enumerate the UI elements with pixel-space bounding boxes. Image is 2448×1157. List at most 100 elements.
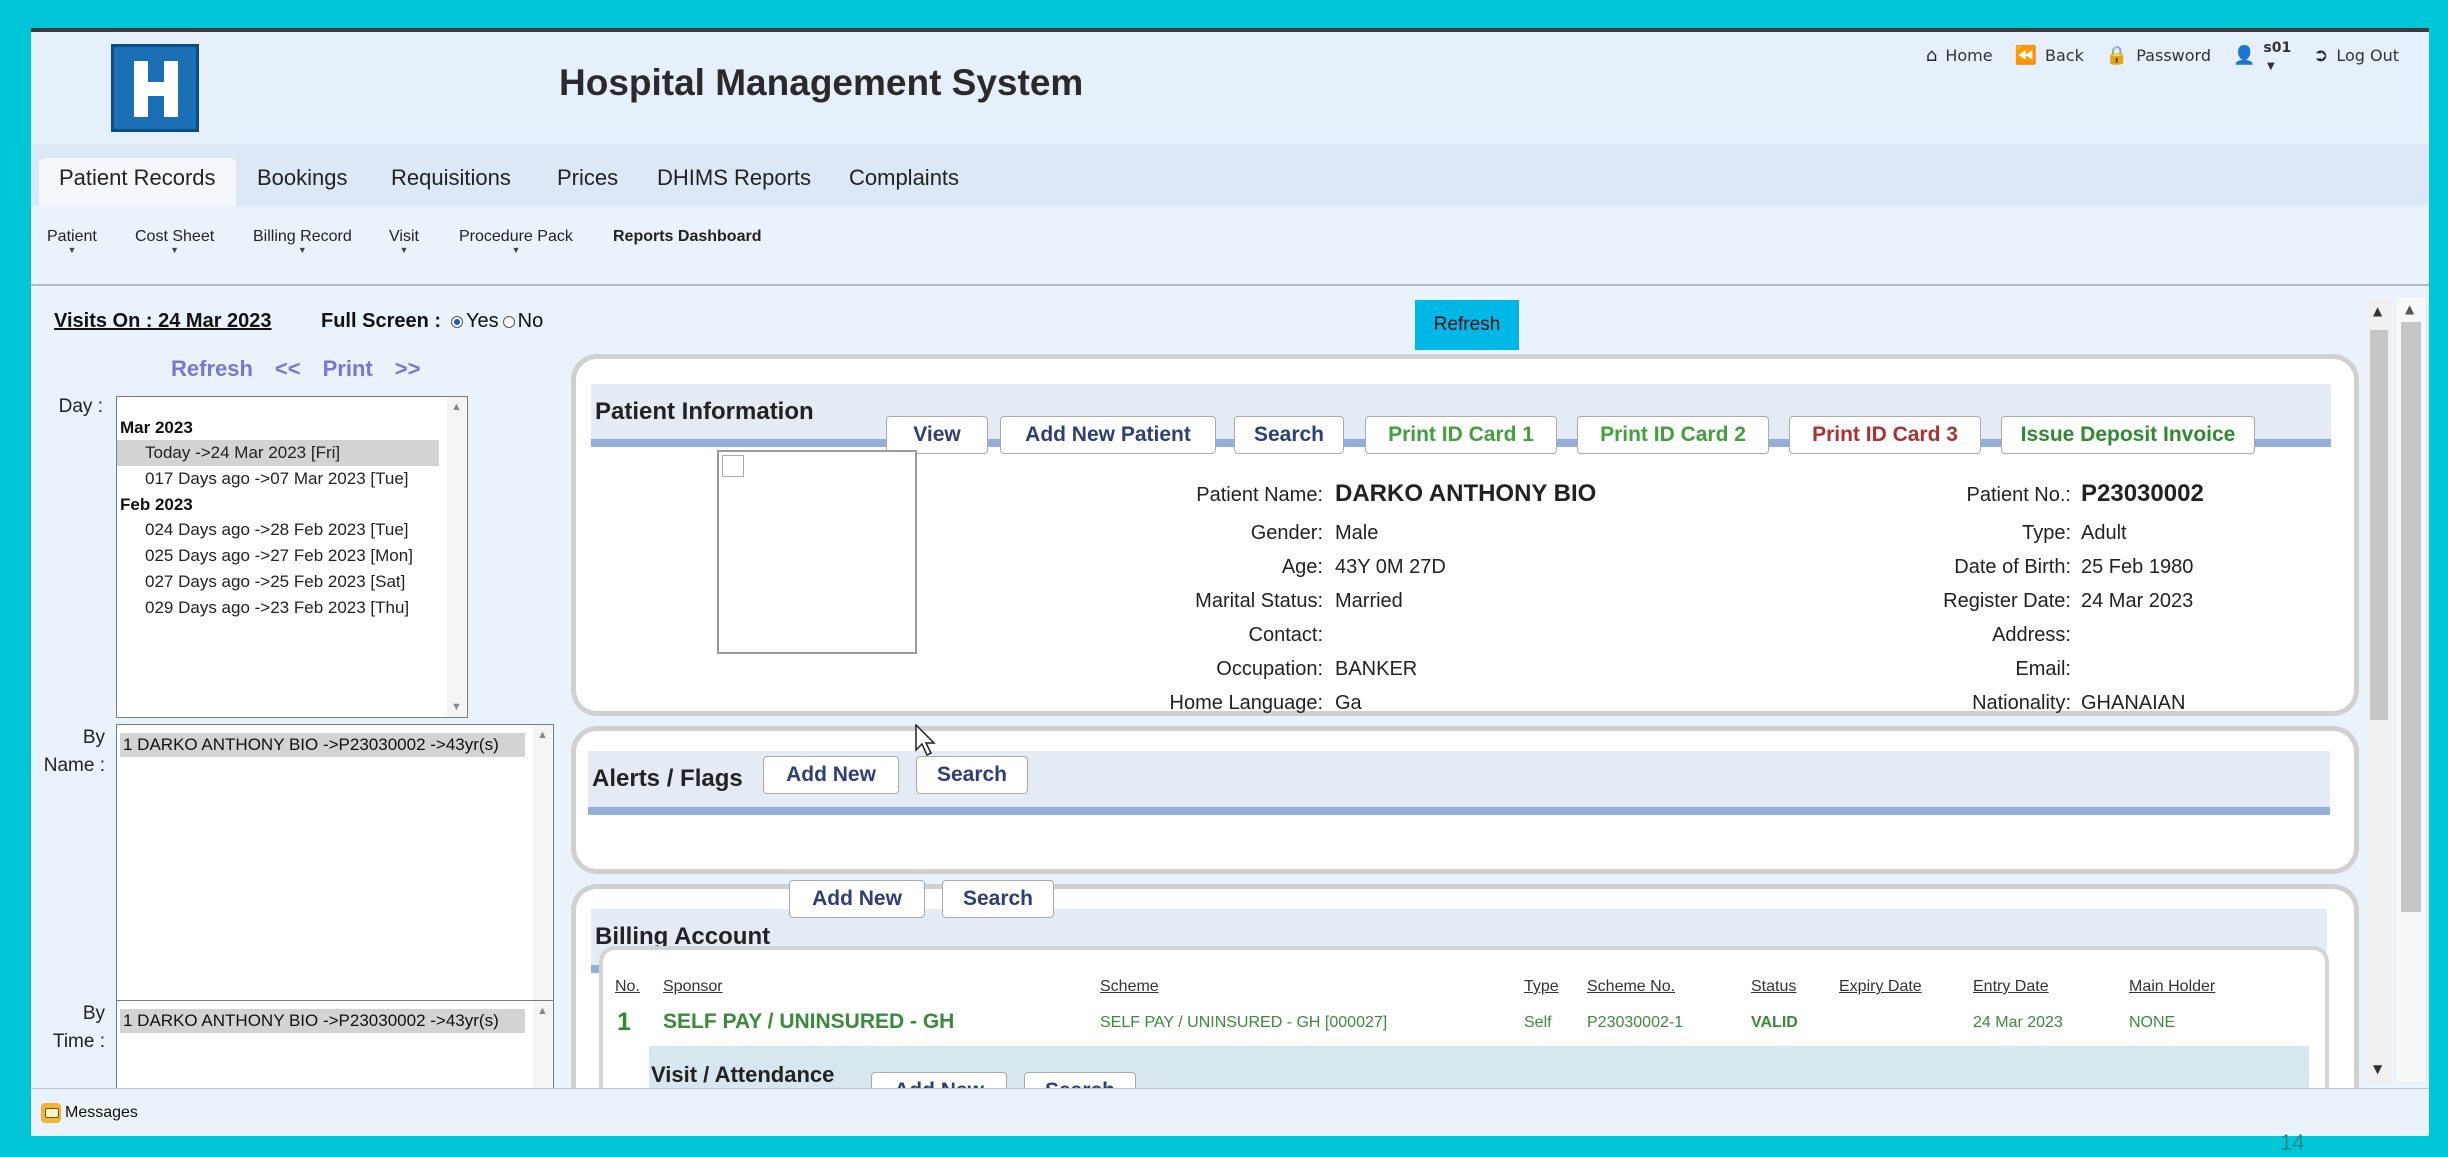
- date-of-birth-value: 25 Feb 1980: [2081, 556, 2194, 578]
- prev-link[interactable]: <<: [275, 356, 301, 381]
- scroll-down-icon: ▼: [451, 701, 462, 713]
- top-links: ⌂ Home ⏪ Back 🔒 Password 👤 s01 ▼ ➲ Log O…: [1912, 40, 2399, 72]
- print-id-card-2-button[interactable]: Print ID Card 2: [1577, 416, 1769, 454]
- print-id-card-3-button[interactable]: Print ID Card 3: [1789, 416, 1981, 454]
- print-id-card-1-button[interactable]: Print ID Card 1: [1365, 416, 1557, 454]
- full-screen-yes-radio[interactable]: [451, 316, 464, 328]
- field-label: Marital Status:: [1195, 590, 1323, 612]
- submenu-visit[interactable]: Visit ▼: [389, 228, 419, 255]
- gender-value: Male: [1335, 522, 1379, 544]
- page-number: 14: [2280, 1130, 2305, 1155]
- refresh-link[interactable]: Refresh: [171, 356, 253, 381]
- row-number: 1: [617, 1008, 631, 1036]
- scroll-up-icon: ▲: [2373, 304, 2383, 318]
- scrollbar-thumb[interactable]: [2370, 330, 2388, 720]
- menu-complaints[interactable]: Complaints: [829, 158, 979, 206]
- add-new-patient-button[interactable]: Add New Patient: [1000, 416, 1216, 454]
- search-billing-button[interactable]: Search: [942, 880, 1054, 918]
- day-option[interactable]: Today ->24 Mar 2023 [Fri]: [117, 440, 439, 466]
- full-screen-no-radio[interactable]: [502, 316, 515, 328]
- scroll-up-icon: ▲: [537, 729, 548, 741]
- submenu-patient[interactable]: Patient ▼: [47, 228, 97, 255]
- view-button[interactable]: View: [886, 416, 988, 454]
- patient-no-value: P23030002: [2081, 480, 2204, 507]
- marital-status-value: Married: [1335, 590, 1403, 612]
- scroll-down-icon: ▼: [2373, 1062, 2383, 1076]
- by-name-scrollbar[interactable]: ▲▼: [533, 725, 553, 1017]
- page-scrollbar[interactable]: ▲: [2397, 298, 2425, 1082]
- patient-option[interactable]: 1 DARKO ANTHONY BIO ->P23030002 ->43yr(s…: [120, 1009, 525, 1033]
- submenu-reports-dashboard[interactable]: Reports Dashboard: [613, 228, 761, 246]
- by-time-scrollbar[interactable]: ▲: [533, 1001, 553, 1089]
- field-label: Age:: [1281, 556, 1323, 578]
- submenu-cost-sheet[interactable]: Cost Sheet ▼: [135, 228, 214, 255]
- search-patient-button[interactable]: Search: [1234, 416, 1344, 454]
- column-header: No.: [615, 978, 640, 995]
- header: Hospital Management System ⌂ Home ⏪ Back…: [31, 32, 2429, 144]
- user-menu[interactable]: 👤 s01 ▼: [2232, 40, 2291, 72]
- menu-requisitions[interactable]: Requisitions: [371, 158, 531, 206]
- field-label: Date of Birth:: [1954, 556, 2071, 578]
- by-name-listbox[interactable]: 1 DARKO ANTHONY BIO ->P23030002 ->43yr(s…: [116, 724, 554, 1018]
- app-frame: Hospital Management System ⌂ Home ⏪ Back…: [31, 28, 2429, 1136]
- logout-icon: ➲: [2313, 44, 2329, 66]
- scroll-up-icon: ▲: [537, 1005, 548, 1017]
- column-header: Status: [1751, 978, 1797, 995]
- scroll-up-icon: ▲: [2405, 302, 2415, 316]
- user-icon: 👤: [2232, 44, 2256, 66]
- day-listbox[interactable]: Mar 2023 Today ->24 Mar 2023 [Fri] 017 D…: [116, 396, 468, 718]
- field-label: Type:: [2022, 522, 2071, 544]
- day-list-scrollbar[interactable]: ▲ ▼: [447, 397, 467, 717]
- chevron-down-icon: ▼: [2266, 60, 2275, 72]
- next-link[interactable]: >>: [395, 356, 421, 381]
- submenu-procedure-pack[interactable]: Procedure Pack ▼: [459, 228, 573, 255]
- day-option[interactable]: 017 Days ago ->07 Mar 2023 [Tue]: [117, 466, 467, 492]
- menu-dhims-reports[interactable]: DHIMS Reports: [637, 158, 831, 206]
- entry-date-value: 24 Mar 2023: [1973, 1014, 2063, 1031]
- day-option[interactable]: 025 Days ago ->27 Feb 2023 [Mon]: [117, 543, 467, 569]
- back-icon: ⏪: [2014, 44, 2037, 66]
- column-header: Sponsor: [663, 978, 723, 995]
- visit-attendance-title: Visit / Attendance: [651, 1062, 835, 1087]
- back-link[interactable]: ⏪ Back: [2015, 46, 2084, 65]
- home-link[interactable]: ⌂ Home: [1926, 46, 1993, 65]
- field-label: Gender:: [1250, 522, 1323, 544]
- menu-prices[interactable]: Prices: [537, 158, 638, 206]
- logout-link[interactable]: ➲ Log Out: [2313, 46, 2399, 65]
- chevron-down-icon: ▼: [399, 245, 409, 255]
- refresh-button[interactable]: Refresh: [1415, 300, 1519, 350]
- visit-nav-links: Refresh << Print >>: [171, 356, 442, 382]
- field-label: Email:: [2015, 658, 2071, 680]
- patient-option[interactable]: 1 DARKO ANTHONY BIO ->P23030002 ->43yr(s…: [120, 733, 525, 757]
- add-new-alert-button[interactable]: Add New: [763, 756, 899, 794]
- alerts-flags-panel: Alerts / Flags: [571, 726, 2359, 874]
- full-screen-toggle: Full Screen : Yes No: [321, 310, 544, 332]
- password-link[interactable]: 🔒 Password: [2106, 46, 2211, 65]
- column-header: Scheme: [1100, 978, 1159, 995]
- by-name-label: By Name :: [43, 727, 105, 776]
- day-option[interactable]: 029 Days ago ->23 Feb 2023 [Thu]: [117, 595, 467, 621]
- sponsor-link[interactable]: SELF PAY / UNINSURED - GH: [663, 1010, 954, 1034]
- day-option[interactable]: 024 Days ago ->28 Feb 2023 [Tue]: [117, 517, 467, 543]
- field-label: Patient No.:: [1966, 484, 2071, 506]
- submenu-billing-record[interactable]: Billing Record ▼: [253, 228, 352, 255]
- add-new-billing-button[interactable]: Add New: [789, 880, 925, 918]
- main-menu: Patient Records Bookings Requisitions Pr…: [31, 144, 2429, 206]
- issue-deposit-invoice-button[interactable]: Issue Deposit Invoice: [2001, 416, 2255, 454]
- column-header: Entry Date: [1973, 978, 2049, 995]
- patient-photo: [717, 450, 917, 654]
- scrollbar-thumb[interactable]: [2401, 322, 2421, 912]
- search-alert-button[interactable]: Search: [916, 756, 1028, 794]
- print-link[interactable]: Print: [323, 356, 373, 381]
- visits-on-date: Visits On : 24 Mar 2023: [54, 310, 272, 332]
- menu-bookings[interactable]: Bookings: [237, 158, 368, 206]
- field-label: Contact:: [1248, 624, 1323, 646]
- menu-patient-records[interactable]: Patient Records: [39, 158, 236, 206]
- by-time-listbox[interactable]: 1 DARKO ANTHONY BIO ->P23030002 ->43yr(s…: [116, 1000, 554, 1090]
- field-label: Patient Name:: [1196, 484, 1323, 506]
- field-label: Register Date:: [1943, 590, 2071, 612]
- day-option[interactable]: 027 Days ago ->25 Feb 2023 [Sat]: [117, 569, 467, 595]
- column-header: Main Holder: [2129, 978, 2216, 995]
- content-scrollbar[interactable]: ▲ ▼: [2367, 298, 2391, 1082]
- messages-button[interactable]: Messages: [41, 1103, 138, 1123]
